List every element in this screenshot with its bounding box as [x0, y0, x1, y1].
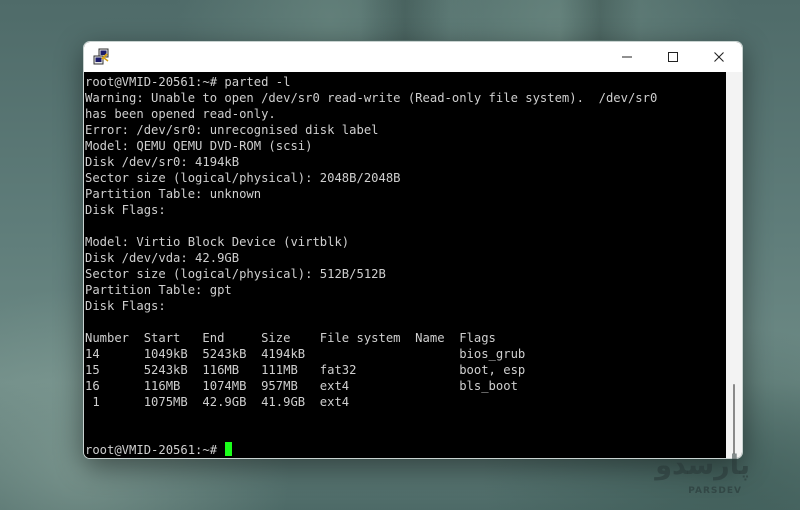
partition-table-header: Number Start End Size File system Name F…: [85, 331, 496, 345]
terminal-line: Error: /dev/sr0: unrecognised disk label: [85, 123, 379, 137]
terminal-line: Sector size (logical/physical): 2048B/20…: [85, 171, 401, 185]
terminal-line: Partition Table: unknown: [85, 187, 262, 201]
minimize-button[interactable]: [604, 42, 650, 72]
terminal-line: has been opened read-only.: [85, 107, 276, 121]
terminal-line: Model: QEMU QEMU DVD-ROM (scsi): [85, 139, 313, 153]
shell-prompt: root@VMID-20561:~#: [85, 443, 218, 457]
terminal-line: Disk /dev/sr0: 4194kB: [85, 155, 240, 169]
vertical-scrollbar[interactable]: [726, 72, 742, 458]
text-cursor: [225, 442, 233, 456]
terminal-line: Sector size (logical/physical): 512B/512…: [85, 267, 386, 281]
partition-row: 1 1075MB 42.9GB 41.9GB ext4: [85, 395, 350, 409]
title-bar[interactable]: [84, 42, 742, 72]
close-icon: [714, 52, 724, 62]
close-button[interactable]: [696, 42, 742, 72]
wallpaper-shape: [560, 0, 640, 40]
scrollbar-thumb[interactable]: [733, 384, 735, 454]
terminal-line: Disk /dev/vda: 42.9GB: [85, 251, 240, 265]
terminal-line: Disk Flags:: [85, 299, 166, 313]
terminal-output[interactable]: root@VMID-20561:~# parted -l Warning: Un…: [84, 72, 726, 458]
terminal-line: Partition Table: gpt: [85, 283, 232, 297]
terminal-line: Warning: Unable to open /dev/sr0 read-wr…: [85, 91, 658, 105]
terminal-window: root@VMID-20561:~# parted -l Warning: Un…: [83, 41, 743, 459]
terminal-line: root@VMID-20561:~# parted -l: [85, 75, 291, 89]
terminal-line: Model: Virtio Block Device (virtblk): [85, 235, 350, 249]
watermark-logo-text: پارسدو: [655, 450, 750, 481]
wallpaper-shape: [360, 0, 450, 40]
putty-icon[interactable]: [92, 48, 110, 66]
terminal-line: Disk Flags:: [85, 203, 166, 217]
partition-row: 15 5243kB 116MB 111MB fat32 boot, esp: [85, 363, 526, 377]
partition-row: 14 1049kB 5243kB 4194kB bios_grub: [85, 347, 526, 361]
maximize-button[interactable]: [650, 42, 696, 72]
partition-row: 16 116MB 1074MB 957MB ext4 bls_boot: [85, 379, 518, 393]
watermark-brand-text: PARSDEV: [688, 486, 742, 496]
parsdev-watermark: پارسدو PARSDEV: [640, 450, 750, 505]
command-prompt-line[interactable]: root@VMID-20561:~#: [85, 442, 726, 458]
maximize-icon: [668, 52, 678, 62]
minimize-icon: [622, 56, 632, 58]
